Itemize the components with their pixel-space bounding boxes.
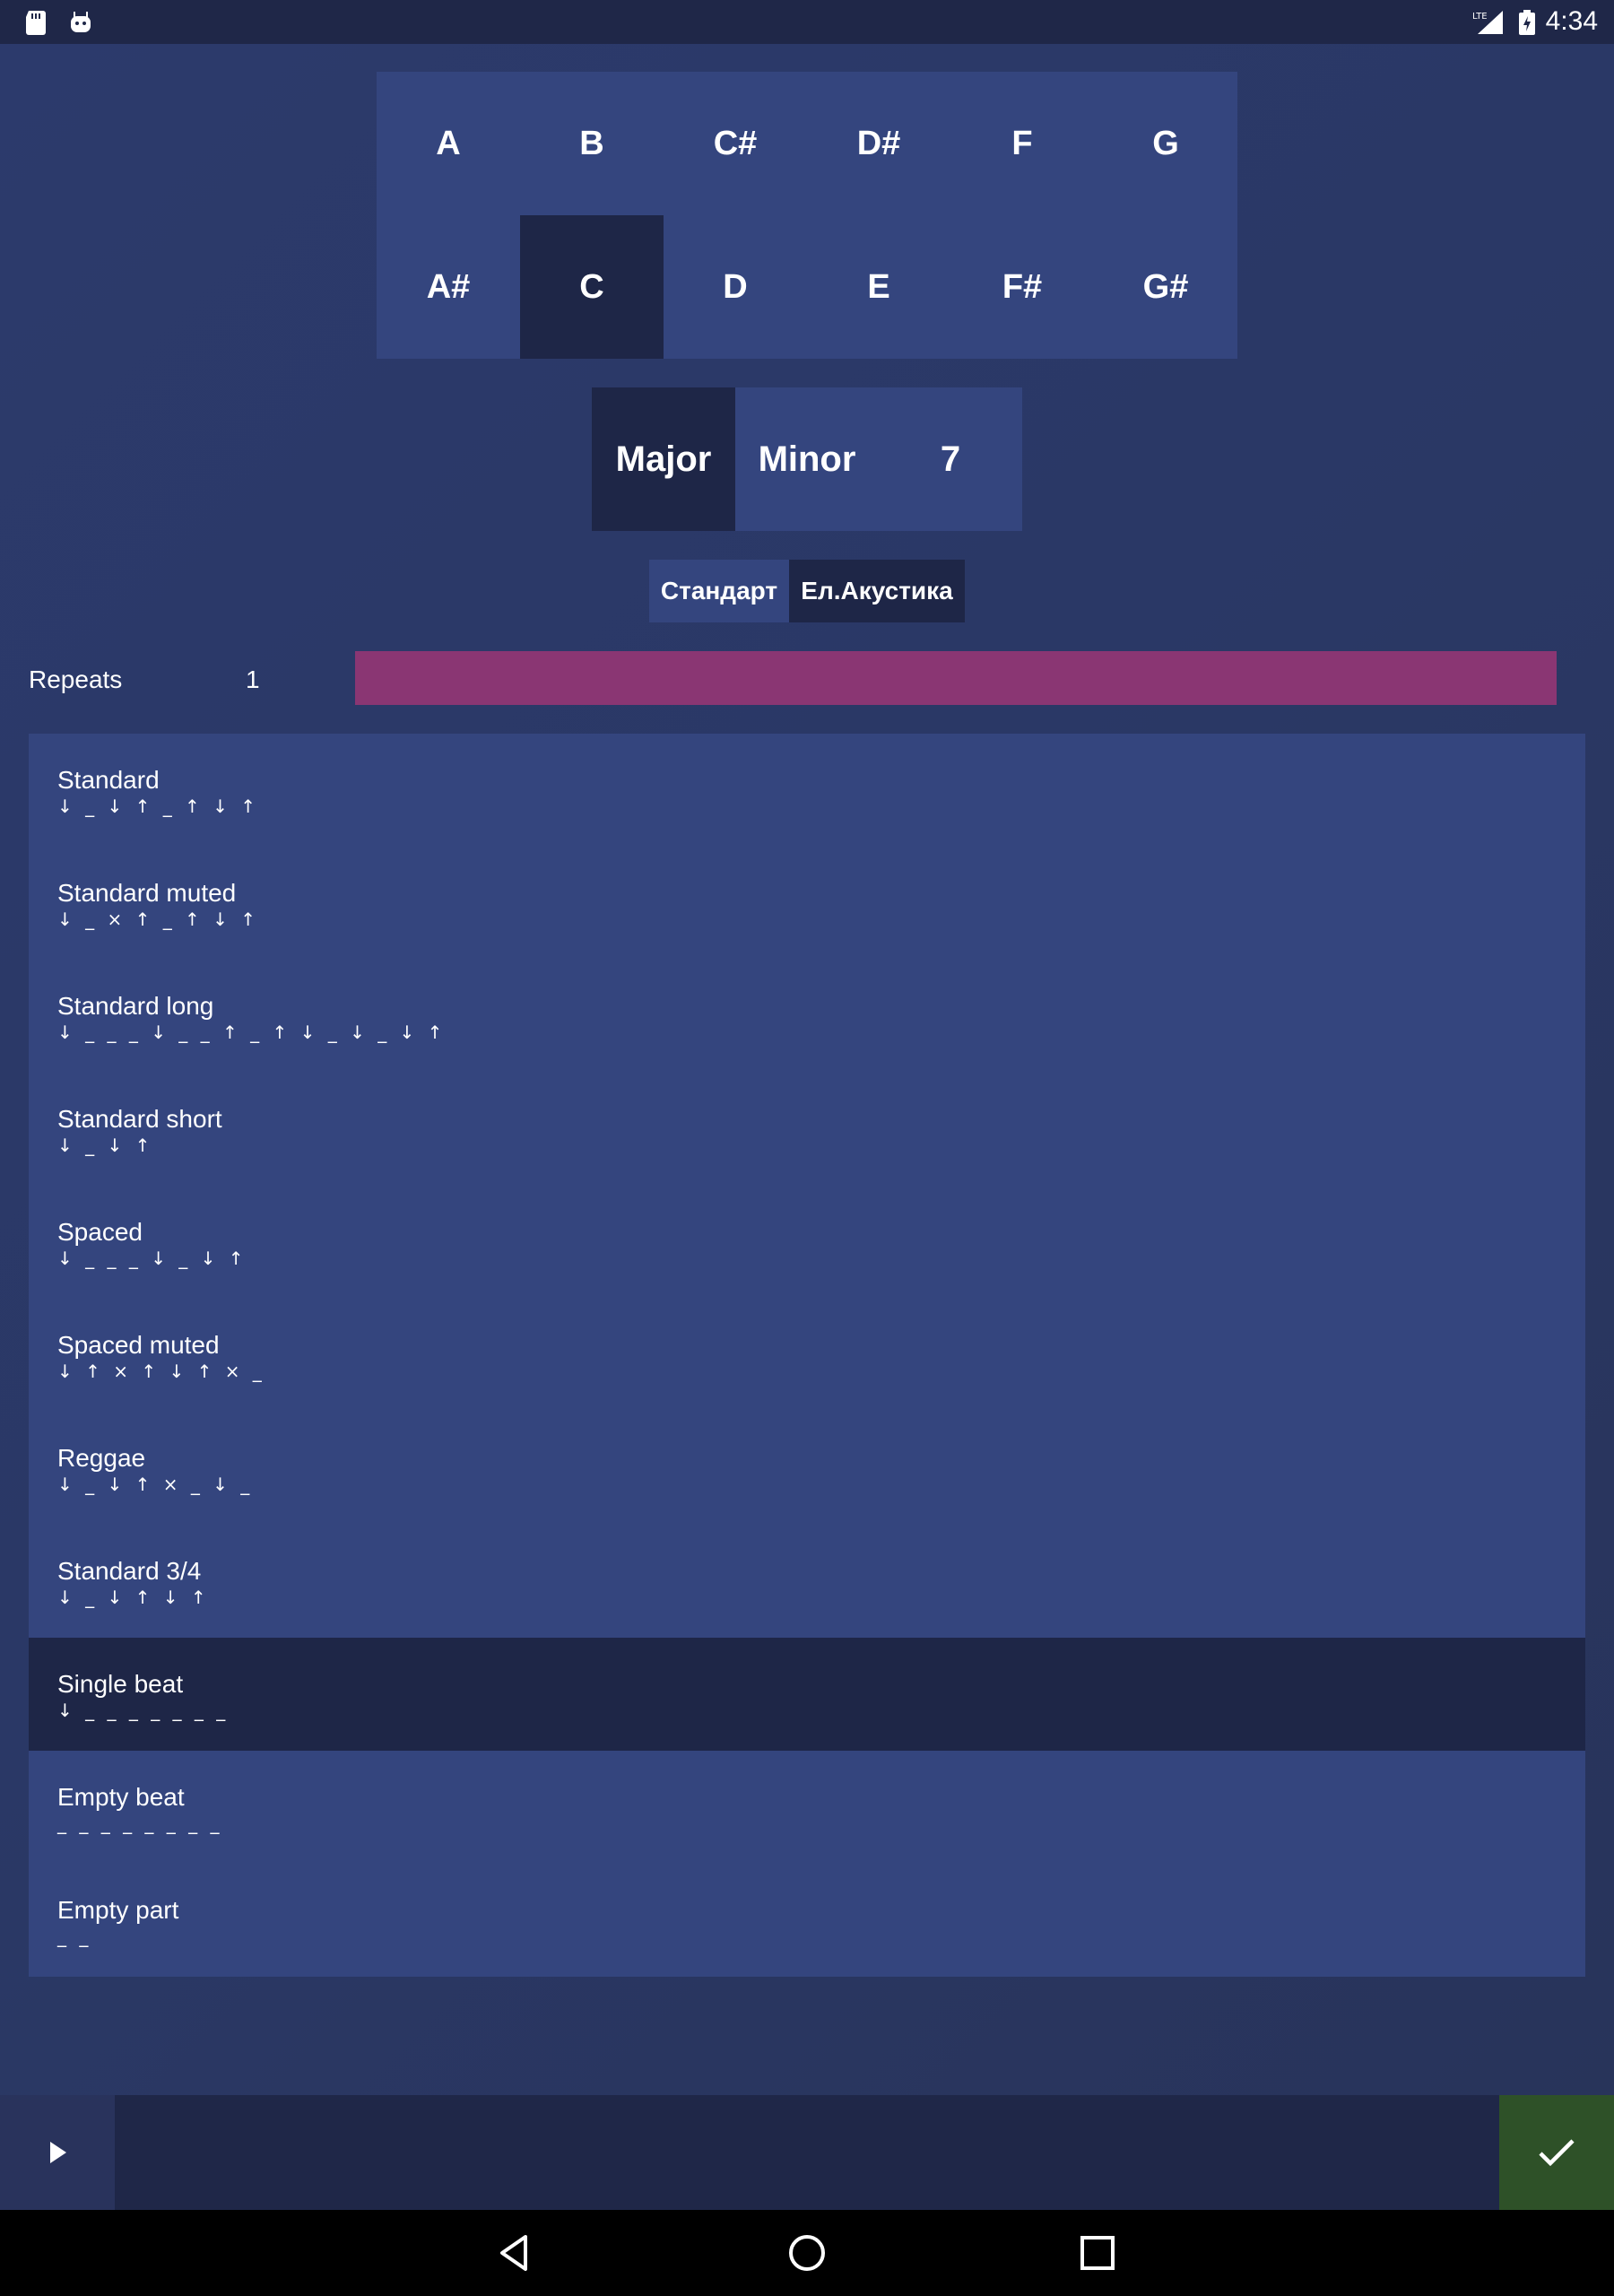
pattern-name: Empty beat — [57, 1783, 185, 1811]
action-bar — [0, 2095, 1614, 2210]
chord-type-seventh[interactable]: 7 — [879, 387, 1022, 531]
pattern-name: Standard long — [57, 992, 214, 1020]
play-icon — [50, 2142, 66, 2163]
system-nav-bar — [0, 2210, 1614, 2296]
pattern-item-spaced-muted[interactable]: Spaced muted ↓ ↑ × ↑ ↓ ↑ × _ — [29, 1299, 1585, 1412]
note-f[interactable]: F — [950, 72, 1094, 215]
pattern-item-standard-3-4[interactable]: Standard 3/4 ↓ _ ↓ ↑ ↓ ↑ — [29, 1525, 1585, 1638]
pattern-sequence: _ _ — [57, 1926, 92, 1947]
home-icon[interactable] — [785, 2231, 829, 2274]
chord-type-major[interactable]: Major — [592, 387, 735, 531]
pattern-name: Single beat — [57, 1670, 184, 1698]
pattern-sequence: _ _ _ _ _ _ _ _ — [57, 1813, 223, 1834]
note-c[interactable]: C — [520, 215, 664, 359]
svg-text:LTE: LTE — [1472, 12, 1488, 22]
note-g-sharp[interactable]: G# — [1094, 215, 1237, 359]
instrument-tabs: Стандарт Ел.Акустика — [649, 560, 965, 622]
pattern-sequence: ↓ ↑ × ↑ ↓ ↑ × _ — [57, 1361, 265, 1382]
pattern-item-spaced[interactable]: Spaced ↓ _ _ _ ↓ _ ↓ ↑ — [29, 1186, 1585, 1299]
pattern-name: Standard short — [57, 1105, 222, 1133]
lte-signal-icon: LTE — [1472, 11, 1503, 34]
sd-card-icon — [26, 11, 46, 35]
tab-electro-acoustic[interactable]: Ел.Акустика — [789, 560, 965, 622]
pattern-item-empty-beat[interactable]: Empty beat _ _ _ _ _ _ _ _ — [29, 1751, 1585, 1864]
pattern-name: Standard — [57, 766, 160, 794]
check-icon — [1539, 2139, 1575, 2167]
repeats-value: 1 — [246, 665, 260, 693]
pattern-sequence: ↓ _ ↓ ↑ _ ↑ ↓ ↑ — [57, 796, 260, 817]
chord-type-minor[interactable]: Minor — [735, 387, 879, 531]
pattern-item-empty-part[interactable]: Empty part _ _ — [29, 1864, 1585, 1977]
pattern-item-single-beat[interactable]: Single beat ↓ _ _ _ _ _ _ _ — [29, 1638, 1585, 1751]
pattern-item-standard-long[interactable]: Standard long ↓ _ _ _ ↓ _ _ ↑ _ ↑ ↓ _ ↓ … — [29, 960, 1585, 1073]
note-c-sharp[interactable]: C# — [664, 72, 807, 215]
pattern-sequence: ↓ _ ↓ ↑ × _ ↓ _ — [57, 1474, 254, 1495]
pattern-name: Standard 3/4 — [57, 1557, 202, 1585]
pattern-item-standard-short[interactable]: Standard short ↓ _ ↓ ↑ — [29, 1073, 1585, 1186]
pattern-name: Spaced — [57, 1218, 143, 1246]
pattern-list: Standard ↓ _ ↓ ↑ _ ↑ ↓ ↑ Standard muted … — [29, 734, 1585, 1977]
clock: 4:34 — [1545, 6, 1598, 36]
pattern-item-standard-muted[interactable]: Standard muted ↓ _ × ↑ _ ↑ ↓ ↑ — [29, 847, 1585, 960]
note-b[interactable]: B — [520, 72, 664, 215]
back-icon[interactable] — [493, 2231, 536, 2274]
pattern-item-standard[interactable]: Standard ↓ _ ↓ ↑ _ ↑ ↓ ↑ — [29, 734, 1585, 847]
note-grid: A B C# D# F G A# C D E F# G# — [377, 72, 1237, 359]
note-e[interactable]: E — [807, 215, 950, 359]
note-g[interactable]: G — [1094, 72, 1237, 215]
repeats-label: Repeats — [29, 665, 123, 693]
recents-icon[interactable] — [1076, 2231, 1119, 2274]
pattern-item-reggae[interactable]: Reggae ↓ _ ↓ ↑ × _ ↓ _ — [29, 1412, 1585, 1525]
status-bar: LTE 4:34 — [0, 0, 1614, 44]
pattern-sequence: ↓ _ ↓ ↑ ↓ ↑ — [57, 1587, 210, 1608]
pattern-sequence: ↓ _ ↓ ↑ — [57, 1135, 154, 1156]
repeats-slider[interactable] — [355, 651, 1557, 705]
pattern-sequence: ↓ _ _ _ ↓ _ ↓ ↑ — [57, 1248, 247, 1269]
pattern-name: Standard muted — [57, 879, 237, 907]
pattern-name: Reggae — [57, 1444, 146, 1472]
tab-standard[interactable]: Стандарт — [649, 560, 789, 622]
confirm-button[interactable] — [1499, 2095, 1614, 2210]
pattern-name: Empty part — [57, 1896, 179, 1924]
pattern-name: Spaced muted — [57, 1331, 220, 1359]
chord-type-selector: Major Minor 7 — [592, 387, 1022, 531]
note-a[interactable]: A — [377, 72, 520, 215]
android-icon — [71, 12, 91, 32]
pattern-sequence: ↓ _ _ _ ↓ _ _ ↑ _ ↑ ↓ _ ↓ _ ↓ ↑ — [57, 1022, 447, 1043]
note-a-sharp[interactable]: A# — [377, 215, 520, 359]
pattern-sequence: ↓ _ _ _ _ _ _ _ — [57, 1700, 230, 1721]
play-button[interactable] — [0, 2095, 115, 2210]
note-d[interactable]: D — [664, 215, 807, 359]
note-d-sharp[interactable]: D# — [807, 72, 950, 215]
note-f-sharp[interactable]: F# — [950, 215, 1094, 359]
battery-charging-icon — [1519, 10, 1535, 35]
pattern-sequence: ↓ _ × ↑ _ ↑ ↓ ↑ — [57, 909, 260, 930]
